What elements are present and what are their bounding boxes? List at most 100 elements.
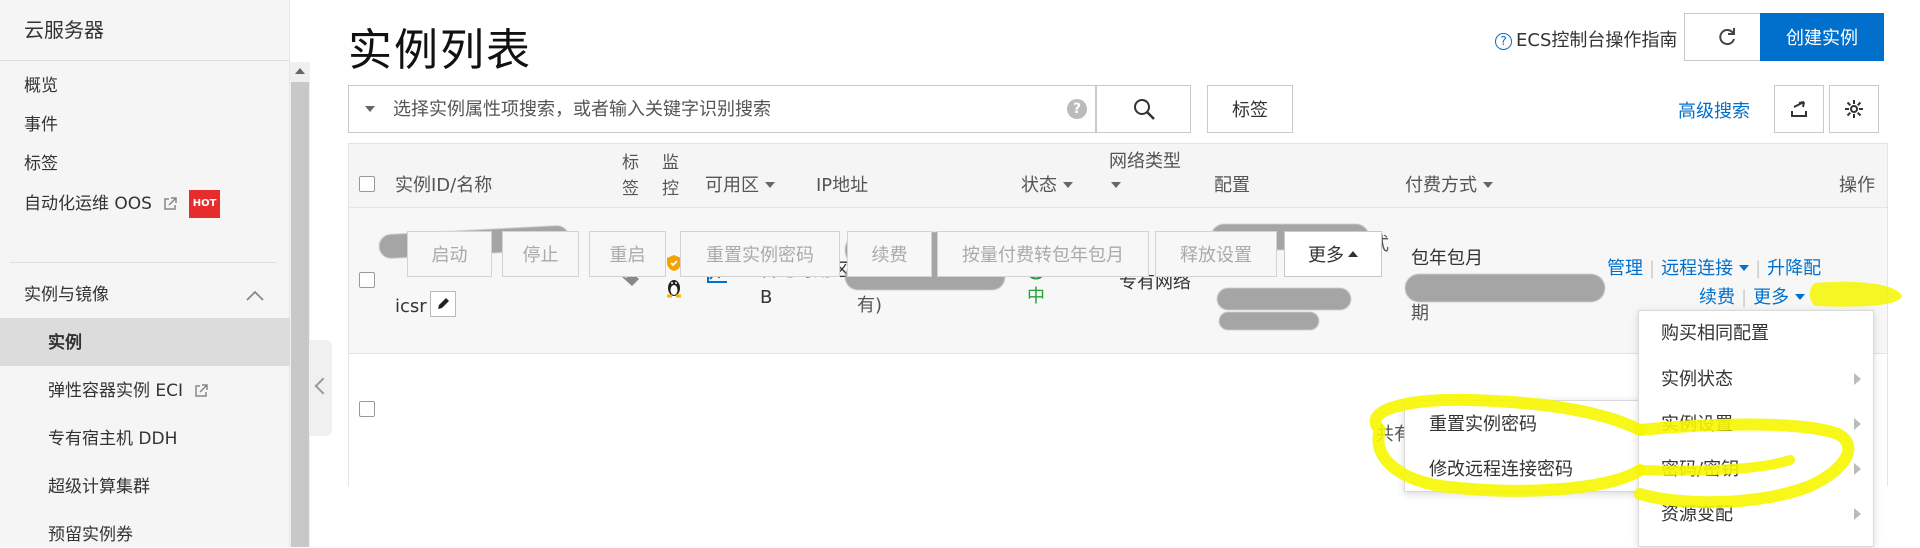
bulk-more-button[interactable]: 更多 bbox=[1284, 231, 1382, 277]
column-monitor: 监控 bbox=[662, 153, 679, 199]
zone-line2: B bbox=[760, 287, 773, 308]
divider bbox=[0, 60, 290, 61]
remote-connect-label: 远程连接 bbox=[1661, 258, 1734, 279]
row-more-dropdown: 购买相同配置 实例状态 实例设置 密码/密钥 资源变配 bbox=[1638, 310, 1874, 547]
row-more-link[interactable]: 更多 bbox=[1753, 287, 1806, 308]
bulk-convert-billing-button[interactable]: 按量付费转包年包月 bbox=[937, 231, 1149, 277]
column-network[interactable]: 网络类型 bbox=[1109, 150, 1181, 198]
resize-link[interactable]: 升降配 bbox=[1767, 258, 1821, 279]
row-actions-line1: 管理 | 远程连接 | 升降配 bbox=[1607, 257, 1821, 281]
submenu-arrow-icon bbox=[1854, 463, 1861, 475]
chevron-up-icon[interactable] bbox=[246, 290, 264, 302]
search-button[interactable] bbox=[1096, 85, 1191, 133]
sidebar-item-label: 自动化运维 OOS bbox=[24, 194, 152, 214]
column-billing-label: 付费方式 bbox=[1405, 175, 1477, 196]
scrollbar-thumb[interactable] bbox=[291, 82, 309, 547]
dropdown-item-instance-settings[interactable]: 实例设置 bbox=[1661, 413, 1733, 437]
bulk-more-dropdown: 重置实例密码 修改远程连接密码 bbox=[1404, 400, 1644, 492]
bulk-stop-button[interactable]: 停止 bbox=[502, 231, 579, 277]
instance-name: icsr bbox=[395, 296, 427, 317]
edit-name-button[interactable] bbox=[430, 291, 456, 317]
remote-connect-link[interactable]: 远程连接 bbox=[1661, 258, 1750, 279]
submenu-arrow-icon bbox=[1854, 373, 1861, 385]
sidebar-item-events[interactable]: 事件 bbox=[24, 112, 58, 138]
active-item-highlight bbox=[0, 318, 290, 366]
search-bar[interactable]: ? bbox=[348, 85, 1096, 133]
redacted-config bbox=[1219, 312, 1319, 330]
bulk-start-button[interactable]: 启动 bbox=[407, 231, 492, 277]
bulk-restart-button[interactable]: 重启 bbox=[589, 231, 666, 277]
sidebar-group-instances-images[interactable]: 实例与镜像 bbox=[24, 282, 109, 308]
dropdown-item-reset-password[interactable]: 重置实例密码 bbox=[1429, 413, 1537, 437]
column-config: 配置 bbox=[1214, 175, 1250, 196]
redacted-config bbox=[1217, 288, 1351, 310]
search-dropdown-caret-icon[interactable] bbox=[365, 106, 375, 112]
bulk-renew-button[interactable]: 续费 bbox=[847, 231, 932, 277]
guide-link[interactable]: ? ECS控制台操作指南 bbox=[1495, 26, 1677, 52]
row-more-label: 更多 bbox=[1753, 287, 1790, 308]
sidebar-item-oos[interactable]: 自动化运维 OOS HOT bbox=[24, 190, 221, 218]
bulk-release-settings-button[interactable]: 释放设置 bbox=[1155, 231, 1277, 277]
sidebar-item-reserved[interactable]: 预留实例券 bbox=[48, 522, 133, 548]
manage-link[interactable]: 管理 bbox=[1607, 258, 1643, 279]
sidebar-item-ddh[interactable]: 专有宿主机 DDH bbox=[48, 426, 177, 452]
hot-badge: HOT bbox=[188, 190, 221, 218]
column-tag: 标签 bbox=[622, 153, 639, 199]
column-zone-label: 可用区 bbox=[705, 175, 759, 196]
dropdown-item-change-remote-password[interactable]: 修改远程连接密码 bbox=[1429, 458, 1573, 482]
sidebar-item-scc[interactable]: 超级计算集群 bbox=[48, 474, 150, 500]
gear-icon bbox=[1845, 100, 1863, 118]
submenu-arrow-icon bbox=[1854, 418, 1861, 430]
sort-caret-icon bbox=[1483, 182, 1493, 188]
bulk-reset-password-button[interactable]: 重置实例密码 bbox=[680, 231, 840, 277]
sidebar-item-instances[interactable]: 实例 bbox=[48, 330, 82, 356]
status-line2: 中 bbox=[1027, 286, 1045, 307]
external-link-icon bbox=[164, 197, 178, 210]
external-link-icon bbox=[195, 384, 209, 397]
sidebar-title: 云服务器 bbox=[24, 18, 104, 42]
dropdown-item-password-key[interactable]: 密码/密钥 bbox=[1661, 458, 1739, 482]
sidebar-item-tags[interactable]: 标签 bbox=[24, 151, 58, 177]
column-ip: IP地址 bbox=[816, 175, 869, 196]
search-input[interactable] bbox=[393, 96, 1013, 122]
bulk-more-label: 更多 bbox=[1308, 245, 1344, 266]
pencil-icon bbox=[438, 298, 449, 309]
dropdown-item-instance-status[interactable]: 实例状态 bbox=[1661, 368, 1733, 392]
advanced-search-link[interactable]: 高级搜索 bbox=[1678, 97, 1750, 123]
refresh-icon bbox=[1719, 28, 1735, 46]
caret-down-icon bbox=[1739, 265, 1750, 271]
row-checkbox[interactable] bbox=[359, 272, 375, 288]
help-icon: ? bbox=[1495, 33, 1512, 50]
sidebar-item-label: 弹性容器实例 ECI bbox=[48, 381, 184, 401]
column-status-label: 状态 bbox=[1021, 175, 1057, 196]
select-all-checkbox[interactable] bbox=[359, 176, 375, 192]
row-actions-line2: 续费 | 更多 bbox=[1699, 286, 1806, 310]
bulk-select-checkbox[interactable] bbox=[359, 401, 375, 417]
divider: | bbox=[1649, 258, 1656, 279]
search-help-icon[interactable]: ? bbox=[1067, 99, 1087, 119]
scroll-up-arrow-icon[interactable] bbox=[295, 68, 305, 74]
search-icon bbox=[1133, 99, 1155, 120]
column-zone[interactable]: 可用区 bbox=[705, 174, 775, 198]
renew-link[interactable]: 续费 bbox=[1699, 287, 1735, 308]
redacted-expiry bbox=[1405, 274, 1605, 302]
column-billing[interactable]: 付费方式 bbox=[1405, 174, 1493, 198]
column-id: 实例ID/名称 bbox=[395, 175, 493, 196]
sidebar-collapse-button[interactable] bbox=[310, 340, 332, 436]
divider bbox=[10, 262, 276, 263]
sidebar-item-eci[interactable]: 弹性容器实例 ECI bbox=[48, 378, 209, 404]
sidebar-item-overview[interactable]: 概览 bbox=[24, 73, 58, 99]
dropdown-item-buy-same[interactable]: 购买相同配置 bbox=[1661, 322, 1769, 346]
tag-filter-button[interactable]: 标签 bbox=[1207, 85, 1293, 133]
guide-link-label: ECS控制台操作指南 bbox=[1516, 30, 1678, 51]
export-button[interactable] bbox=[1774, 85, 1824, 133]
refresh-button[interactable] bbox=[1684, 13, 1770, 61]
create-instance-button[interactable]: 创建实例 bbox=[1760, 13, 1884, 61]
column-status[interactable]: 状态 bbox=[1021, 174, 1073, 198]
dropdown-item-resource-change[interactable]: 资源变配 bbox=[1661, 503, 1733, 527]
column-network-label: 网络类型 bbox=[1109, 151, 1181, 172]
settings-button[interactable] bbox=[1829, 85, 1879, 133]
sidebar: 云服务器 概览 事件 标签 自动化运维 OOS HOT 实例与镜像 实例 弹性容… bbox=[0, 0, 290, 547]
submenu-arrow-icon bbox=[1854, 508, 1861, 520]
sort-caret-icon bbox=[765, 182, 775, 188]
